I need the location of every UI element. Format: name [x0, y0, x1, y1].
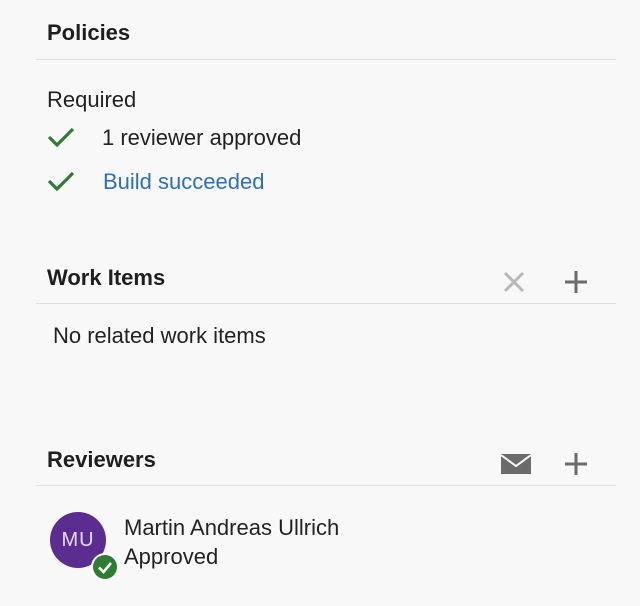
- policies-title: Policies: [47, 20, 131, 45]
- add-reviewer-plus-icon[interactable]: [564, 452, 588, 476]
- reviewer-vote-status: Approved: [124, 544, 219, 569]
- approved-badge: [91, 553, 119, 581]
- check-circle-icon: [98, 562, 112, 574]
- check-icon: [47, 171, 75, 192]
- check-icon: [47, 127, 75, 148]
- required-label: Required: [47, 87, 137, 112]
- policy-build-succeeded-link[interactable]: Build succeeded: [103, 169, 264, 195]
- work-items-header: Work Items: [36, 258, 616, 304]
- reviewer-name[interactable]: Martin Andreas Ullrich: [124, 515, 339, 541]
- add-work-item-plus-icon[interactable]: [564, 270, 588, 294]
- work-items-title: Work Items: [47, 265, 166, 290]
- close-icon[interactable]: [503, 271, 525, 293]
- policy-reviewer-approved: 1 reviewer approved: [102, 125, 302, 150]
- reviewers-title: Reviewers: [47, 447, 156, 472]
- pull-request-side-panel: Policies Required 1 reviewer approved Bu…: [0, 0, 640, 606]
- mail-icon[interactable]: [501, 454, 531, 474]
- no-work-items-text: No related work items: [53, 323, 266, 348]
- policies-header: Policies: [36, 14, 616, 60]
